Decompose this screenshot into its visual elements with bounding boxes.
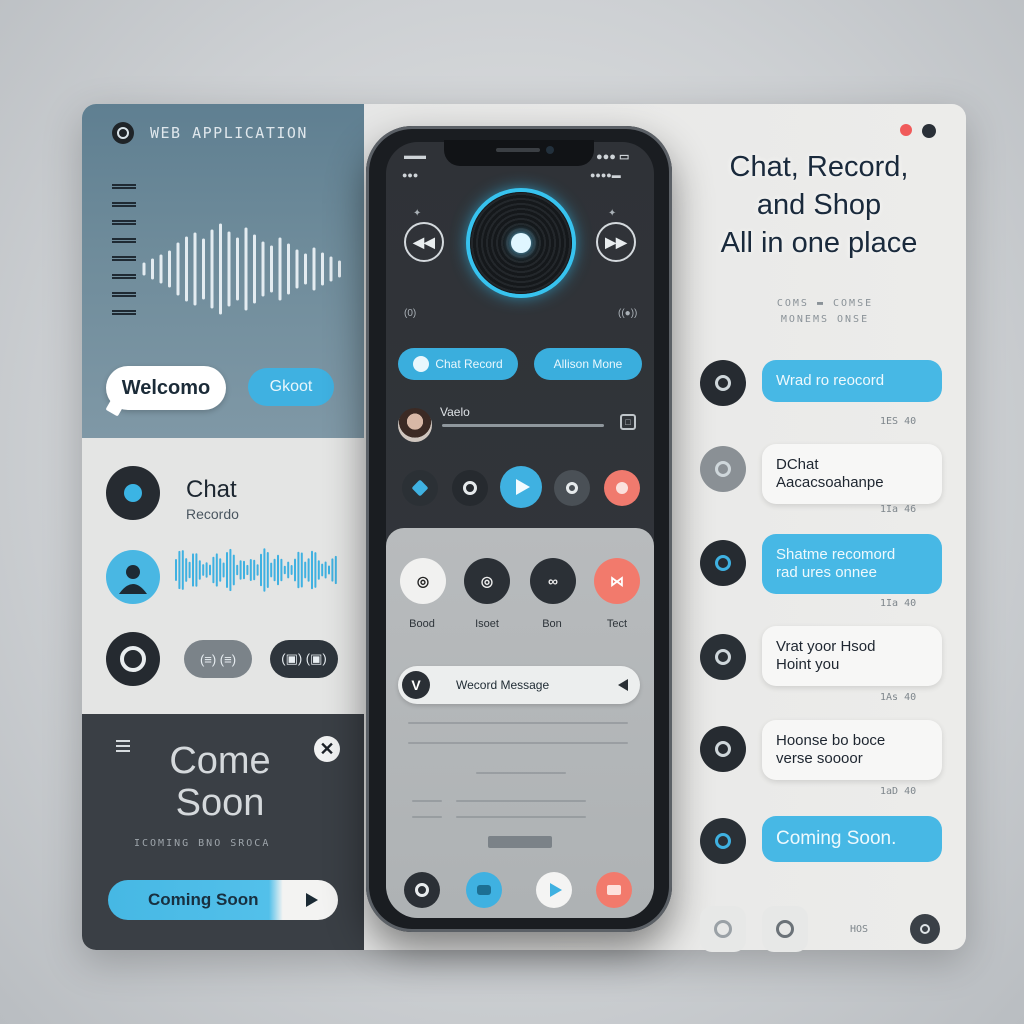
sheet-label-4: Tect <box>606 618 628 630</box>
secondary-pill[interactable]: Allison Mone <box>534 348 642 380</box>
nav-play-icon[interactable] <box>536 872 572 908</box>
message-time-3: 1Ia 40 <box>880 598 917 609</box>
placeholder-line <box>412 816 442 818</box>
prev-icon[interactable] <box>452 470 488 506</box>
message-bubble-4[interactable]: Vrat yoor Hsod Hoint you <box>762 626 942 686</box>
sub-caption: COMS ▬ COMSE MONEMS ONSE <box>776 298 874 325</box>
nav-home-icon[interactable] <box>404 872 440 908</box>
chat-bubble-icon[interactable] <box>106 632 160 686</box>
placeholder-line <box>408 742 628 744</box>
bottom-icon-1[interactable] <box>700 906 746 952</box>
sheet-button-1[interactable]: ◎ <box>400 558 446 604</box>
message-pill-label: Wecord Message <box>456 678 550 692</box>
record-icon[interactable] <box>604 470 640 506</box>
welcome-bubble[interactable]: Welcomo <box>106 366 226 410</box>
headline: Chat, Record, and Shop All in one place <box>690 148 948 262</box>
coming-soon-pill-button[interactable]: Coming Soon <box>108 880 338 920</box>
row-icon-6[interactable] <box>700 818 746 864</box>
coming-soon-pill-label: Coming Soon <box>148 890 259 909</box>
vinyl-record-icon[interactable] <box>470 192 572 294</box>
nav-shop-icon[interactable] <box>596 872 632 908</box>
placeholder-line <box>408 722 628 724</box>
rewind-button[interactable]: ◀◀ <box>404 222 444 262</box>
headline-line-1: Chat, Record, <box>729 151 909 183</box>
placeholder-line <box>412 800 442 802</box>
message-time-4: 1As 40 <box>880 692 917 703</box>
track-title: Vaelo <box>440 405 470 419</box>
settings-dot-icon[interactable] <box>922 124 936 138</box>
waveform-small <box>175 548 337 592</box>
send-icon[interactable] <box>618 679 628 691</box>
user-avatar-icon[interactable] <box>106 550 160 604</box>
message-pill[interactable]: V Wecord Message <box>398 666 640 704</box>
headline-line-2: and Shop <box>756 189 882 221</box>
message-time-2: 1Ia 46 <box>880 504 917 515</box>
coming-soon-line-1: Come <box>169 740 271 782</box>
message-bubble-1[interactable]: Wrad ro reocord <box>762 360 942 402</box>
row-icon-3[interactable] <box>700 540 746 586</box>
bottom-icon-2[interactable] <box>762 906 808 952</box>
message-bubble-5[interactable]: Hoonse bo boce verse soooor <box>762 720 942 780</box>
coming-soon-title: Come Soon <box>120 740 320 824</box>
app-header: WEB APPLICATION <box>112 122 308 144</box>
chat-icon[interactable] <box>106 466 160 520</box>
next-icon[interactable] <box>554 470 590 506</box>
placeholder-line <box>456 816 586 818</box>
chat-title: Chat <box>186 476 237 503</box>
track-avatar <box>398 408 432 442</box>
status-right: ●●● ▭ <box>596 151 630 163</box>
forward-button[interactable]: ▶▶ <box>596 222 636 262</box>
sheet-label-1: Bood <box>409 618 435 630</box>
coming-soon-bubble[interactable]: Coming Soon. <box>762 816 942 862</box>
mini-button-2[interactable]: (▣) (▣) <box>270 640 338 678</box>
placeholder-line <box>456 800 586 802</box>
voice-icon: V <box>402 671 430 699</box>
chat-subtitle: Recordo <box>186 506 239 522</box>
coming-soon-caption: ICOMING BNO SROCA <box>134 838 271 849</box>
sheet-button-2[interactable]: ◎ <box>464 558 510 604</box>
record-indicator-icon <box>900 124 912 136</box>
message-time-5: 1aD 40 <box>880 786 917 797</box>
headline-line-3: All in one place <box>720 227 918 259</box>
coming-soon-line-2: Soon <box>175 782 265 824</box>
track-progress-bar[interactable] <box>442 424 604 427</box>
phone-notch <box>444 140 594 166</box>
message-bubble-3[interactable]: Shatme recomord rad ures onnee <box>762 534 942 594</box>
tag-label <box>488 836 552 848</box>
bottom-caption: HOS <box>850 924 869 935</box>
sheet-button-3[interactable]: ∞ <box>530 558 576 604</box>
mic-icon <box>413 356 430 372</box>
rewind-mini-icon: ✦ <box>413 208 422 219</box>
sheet-button-4[interactable]: ⋈ <box>594 558 640 604</box>
mini-button-1[interactable]: (≡) (≡) <box>184 640 252 678</box>
play-icon <box>306 893 318 907</box>
chat-record-pill[interactable]: Chat Record <box>398 348 518 380</box>
message-bubble-2[interactable]: DChat Aacacsoahanpe <box>762 444 942 504</box>
app-label: WEB APPLICATION <box>150 124 308 142</box>
status-left: ▬▬ <box>404 150 426 162</box>
row-icon-2[interactable] <box>700 446 746 492</box>
play-button[interactable] <box>500 466 542 508</box>
row-icon-5[interactable] <box>700 726 746 772</box>
right-small-label: ((●)) <box>618 308 638 319</box>
app-logo-icon <box>112 122 134 144</box>
row-icon-4[interactable] <box>700 634 746 680</box>
level-ticks <box>112 184 136 315</box>
placeholder-line <box>476 772 566 774</box>
chat-record-label: Chat Record <box>435 357 503 371</box>
shuffle-icon[interactable] <box>402 470 438 506</box>
nav-chat-icon[interactable] <box>466 872 502 908</box>
sheet-label-3: Bon <box>542 618 562 630</box>
sheet-label-2: Isoet <box>475 618 499 630</box>
status-right-secondary: ●●●●▬ <box>590 170 621 180</box>
bottom-icon-3[interactable] <box>910 914 940 944</box>
track-end-icon[interactable]: □ <box>620 414 636 430</box>
forward-mini-icon: ✦ <box>608 208 617 219</box>
status-left-secondary: ●●● <box>402 170 419 180</box>
left-small-label: (0) <box>404 308 417 319</box>
message-time-1: 1ES 40 <box>880 416 917 427</box>
row-icon-1[interactable] <box>700 360 746 406</box>
left-blue-pill-button[interactable]: Gkoot <box>248 368 334 406</box>
waveform-large <box>142 223 341 315</box>
